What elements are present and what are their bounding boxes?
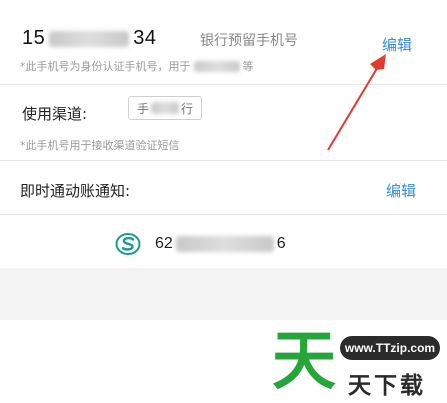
watermark-url: www.TTzip.com xyxy=(340,336,440,360)
watermark-text: 天下载 xyxy=(348,373,426,399)
watermark-logo: 天 xyxy=(272,325,336,399)
watermark: 天 www.TTzip.com 天下载 xyxy=(268,322,447,403)
